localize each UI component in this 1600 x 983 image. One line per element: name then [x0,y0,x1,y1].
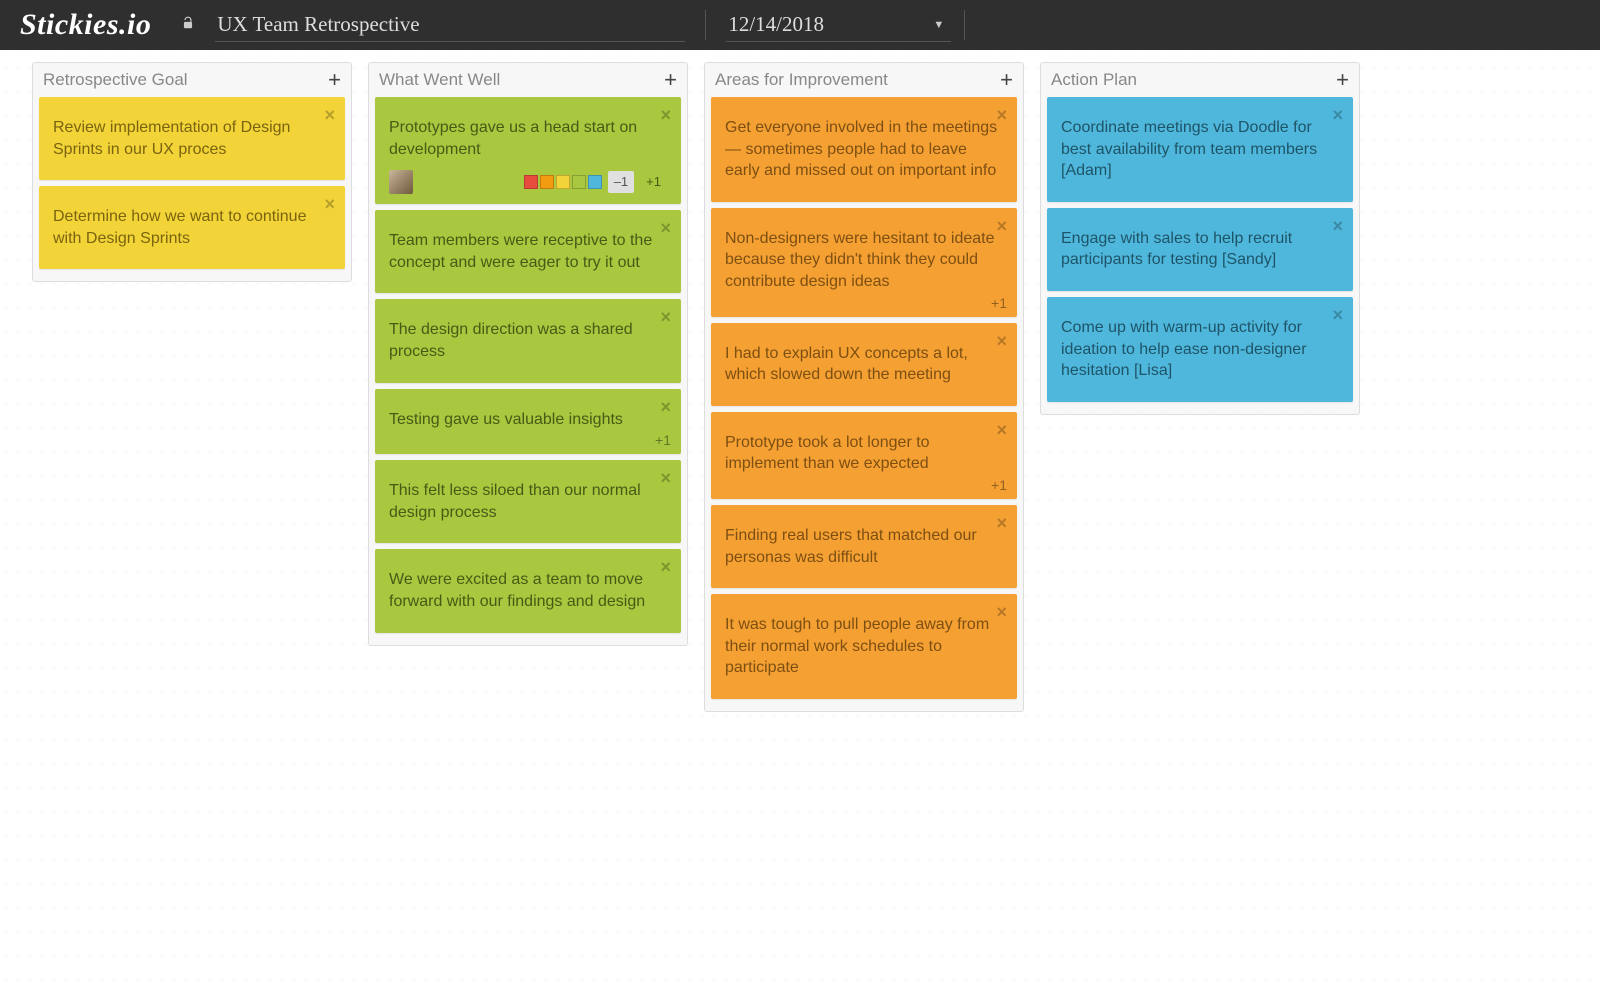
close-icon[interactable]: × [996,600,1007,624]
close-icon[interactable]: × [660,103,671,127]
close-icon[interactable]: × [1332,103,1343,127]
add-card-button[interactable]: + [328,69,341,91]
sticky-card[interactable]: ×Team members were receptive to the conc… [375,210,681,293]
column-header: What Went Well + [369,63,687,97]
card-text: Come up with warm-up activity for ideati… [1061,317,1339,382]
close-icon[interactable]: × [996,511,1007,535]
card-text: This felt less siloed than our normal de… [389,480,667,523]
close-icon[interactable]: × [996,329,1007,353]
close-icon[interactable]: × [324,192,335,216]
close-icon[interactable]: × [660,395,671,419]
sticky-card[interactable]: ×Determine how we want to continue with … [39,186,345,269]
card-text: Finding real users that matched our pers… [725,525,1003,568]
sticky-card[interactable]: ×Non-designers were hesitant to ideate b… [711,208,1017,317]
lock-icon[interactable] [181,16,195,35]
column: Retrospective Goal+×Review implementatio… [32,62,352,282]
card-text: It was tough to pull people away from th… [725,614,1003,679]
close-icon[interactable]: × [660,216,671,240]
sticky-card[interactable]: ×Engage with sales to help recruit parti… [1047,208,1353,291]
close-icon[interactable]: × [1332,214,1343,238]
close-icon[interactable]: × [660,305,671,329]
card-text: Testing gave us valuable insights [389,409,667,431]
column: Action Plan+×Coordinate meetings via Doo… [1040,62,1360,415]
color-swatch[interactable] [540,175,554,189]
sticky-card[interactable]: ×Review implementation of Design Sprints… [39,97,345,180]
color-swatch[interactable] [572,175,586,189]
card-text: Team members were receptive to the conce… [389,230,667,273]
color-swatch[interactable] [556,175,570,189]
column-title: Retrospective Goal [43,70,188,90]
column-title: Action Plan [1051,70,1137,90]
sticky-card[interactable]: ×Coordinate meetings via Doodle for best… [1047,97,1353,202]
card-text: Review implementation of Design Sprints … [53,117,331,160]
card-text: The design direction was a shared proces… [389,319,667,362]
avatar [389,170,413,194]
add-card-button[interactable]: + [664,69,677,91]
column-header: Action Plan + [1041,63,1359,97]
add-card-button[interactable]: + [1336,69,1349,91]
column: What Went Well+×Prototypes gave us a hea… [368,62,688,646]
column-header: Retrospective Goal + [33,63,351,97]
sticky-card[interactable]: ×It was tough to pull people away from t… [711,594,1017,699]
column-header: Areas for Improvement + [705,63,1023,97]
card-text: I had to explain UX concepts a lot, whic… [725,343,1003,386]
sticky-card[interactable]: ×Finding real users that matched our per… [711,505,1017,588]
header-divider-2 [964,10,965,40]
vote-count: +1 [655,431,671,450]
card-text: Coordinate meetings via Doodle for best … [1061,117,1339,182]
card-text: Non-designers were hesitant to ideate be… [725,228,1003,293]
vote-count: +1 [991,476,1007,495]
close-icon[interactable]: × [996,418,1007,442]
sticky-card[interactable]: ×Prototype took a lot longer to implemen… [711,412,1017,499]
sticky-card[interactable]: ×We were excited as a team to move forwa… [375,549,681,632]
card-text: Get everyone involved in the meetings — … [725,117,1003,182]
sticky-card[interactable]: ×The design direction was a shared proce… [375,299,681,382]
app-logo: Stickies.io [20,8,161,42]
sticky-card[interactable]: ×This felt less siloed than our normal d… [375,460,681,543]
card-text: Prototype took a lot longer to implement… [725,432,1003,475]
header-divider [705,10,706,40]
sticky-card[interactable]: ×Prototypes gave us a head start on deve… [375,97,681,204]
vote-count: +1 [991,294,1007,313]
vote-up-button[interactable]: +1 [640,171,667,193]
column-title: Areas for Improvement [715,70,888,90]
sticky-card[interactable]: ×Get everyone involved in the meetings —… [711,97,1017,202]
close-icon[interactable]: × [324,103,335,127]
close-icon[interactable]: × [660,555,671,579]
card-footer: –1 +1 [389,170,667,194]
color-swatches [524,175,602,189]
close-icon[interactable]: × [1332,303,1343,327]
column-title: What Went Well [379,70,500,90]
card-text: We were excited as a team to move forwar… [389,569,667,612]
close-icon[interactable]: × [996,214,1007,238]
board: Retrospective Goal+×Review implementatio… [0,50,1600,724]
color-swatch[interactable] [524,175,538,189]
sticky-card[interactable]: ×Come up with warm-up activity for ideat… [1047,297,1353,402]
card-text: Determine how we want to continue with D… [53,206,331,249]
card-text: Engage with sales to help recruit partic… [1061,228,1339,271]
sticky-card[interactable]: ×Testing gave us valuable insights+1 [375,389,681,455]
column: Areas for Improvement+×Get everyone invo… [704,62,1024,712]
app-header: Stickies.io ▼ [0,0,1600,50]
card-text: Prototypes gave us a head start on devel… [389,117,667,160]
add-card-button[interactable]: + [1000,69,1013,91]
date-input[interactable] [726,8,951,42]
color-swatch[interactable] [588,175,602,189]
close-icon[interactable]: × [996,103,1007,127]
close-icon[interactable]: × [660,466,671,490]
vote-down-button[interactable]: –1 [608,171,634,193]
sticky-card[interactable]: ×I had to explain UX concepts a lot, whi… [711,323,1017,406]
date-select[interactable]: ▼ [726,8,944,42]
board-title-input[interactable] [215,8,685,42]
